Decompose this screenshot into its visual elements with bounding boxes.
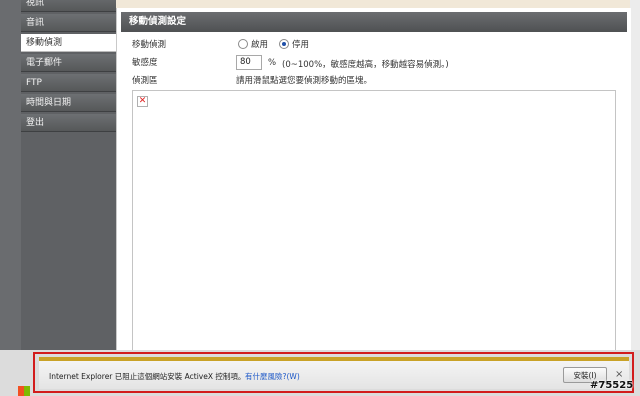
sensitivity-unit: % bbox=[268, 58, 277, 68]
sidebar-item-label: 視訊 bbox=[26, 0, 45, 8]
detection-zone-area[interactable]: ✕ bbox=[132, 90, 616, 358]
sidebar-item-date-time[interactable]: 時間與日期 bbox=[21, 94, 116, 112]
motion-detection-label: 移動偵測 bbox=[132, 40, 167, 50]
sidebar-item-label: FTP bbox=[26, 78, 42, 88]
sidebar-item-label: 音訊 bbox=[26, 18, 45, 28]
sensitivity-input[interactable]: 80 bbox=[236, 55, 262, 70]
sidebar: 視訊 音訊 移動偵測 電子郵件 FTP 時間與日期 登出 bbox=[0, 0, 116, 396]
detection-zone-label: 偵測區 bbox=[132, 76, 158, 86]
sidebar-item-motion-detection[interactable]: 移動偵測 bbox=[21, 34, 116, 52]
broken-image-icon: ✕ bbox=[137, 96, 148, 107]
sensitivity-hint: (0~100%，敏感度越高，移動越容易偵測。) bbox=[282, 60, 449, 70]
sidebar-item-video[interactable]: 視訊 bbox=[21, 0, 116, 12]
sidebar-item-label: 移動偵測 bbox=[26, 38, 63, 48]
sidebar-item-label: 電子郵件 bbox=[26, 58, 63, 68]
sidebar-item-label: 登出 bbox=[26, 118, 45, 128]
enable-radio[interactable] bbox=[238, 39, 248, 49]
sensitivity-label: 敏感度 bbox=[132, 58, 158, 68]
disable-radio[interactable] bbox=[279, 39, 289, 49]
sidebar-item-email[interactable]: 電子郵件 bbox=[21, 54, 116, 72]
windows-start-icon[interactable] bbox=[18, 386, 30, 396]
panel-title: 移動偵測設定 bbox=[121, 12, 627, 32]
disable-label: 停用 bbox=[292, 40, 310, 50]
sidebar-item-label: 時間與日期 bbox=[26, 98, 72, 108]
right-gutter bbox=[630, 0, 640, 350]
sidebar-item-ftp[interactable]: FTP bbox=[21, 74, 116, 92]
sidebar-item-audio[interactable]: 音訊 bbox=[21, 14, 116, 32]
red-highlight-frame bbox=[33, 352, 634, 393]
sidebar-item-logout[interactable]: 登出 bbox=[21, 114, 116, 132]
sidebar-edge bbox=[0, 0, 21, 396]
watermark: #75525 bbox=[590, 380, 634, 391]
enable-label: 啟用 bbox=[251, 40, 269, 50]
top-strip bbox=[116, 0, 640, 8]
detection-zone-hint: 請用滑鼠點選您要偵測移動的區塊。 bbox=[236, 76, 373, 86]
motion-settings-panel: 移動偵測設定 移動偵測 啟用 停用 敏感度 80 % (0~100%，敏感度越高… bbox=[116, 8, 631, 358]
